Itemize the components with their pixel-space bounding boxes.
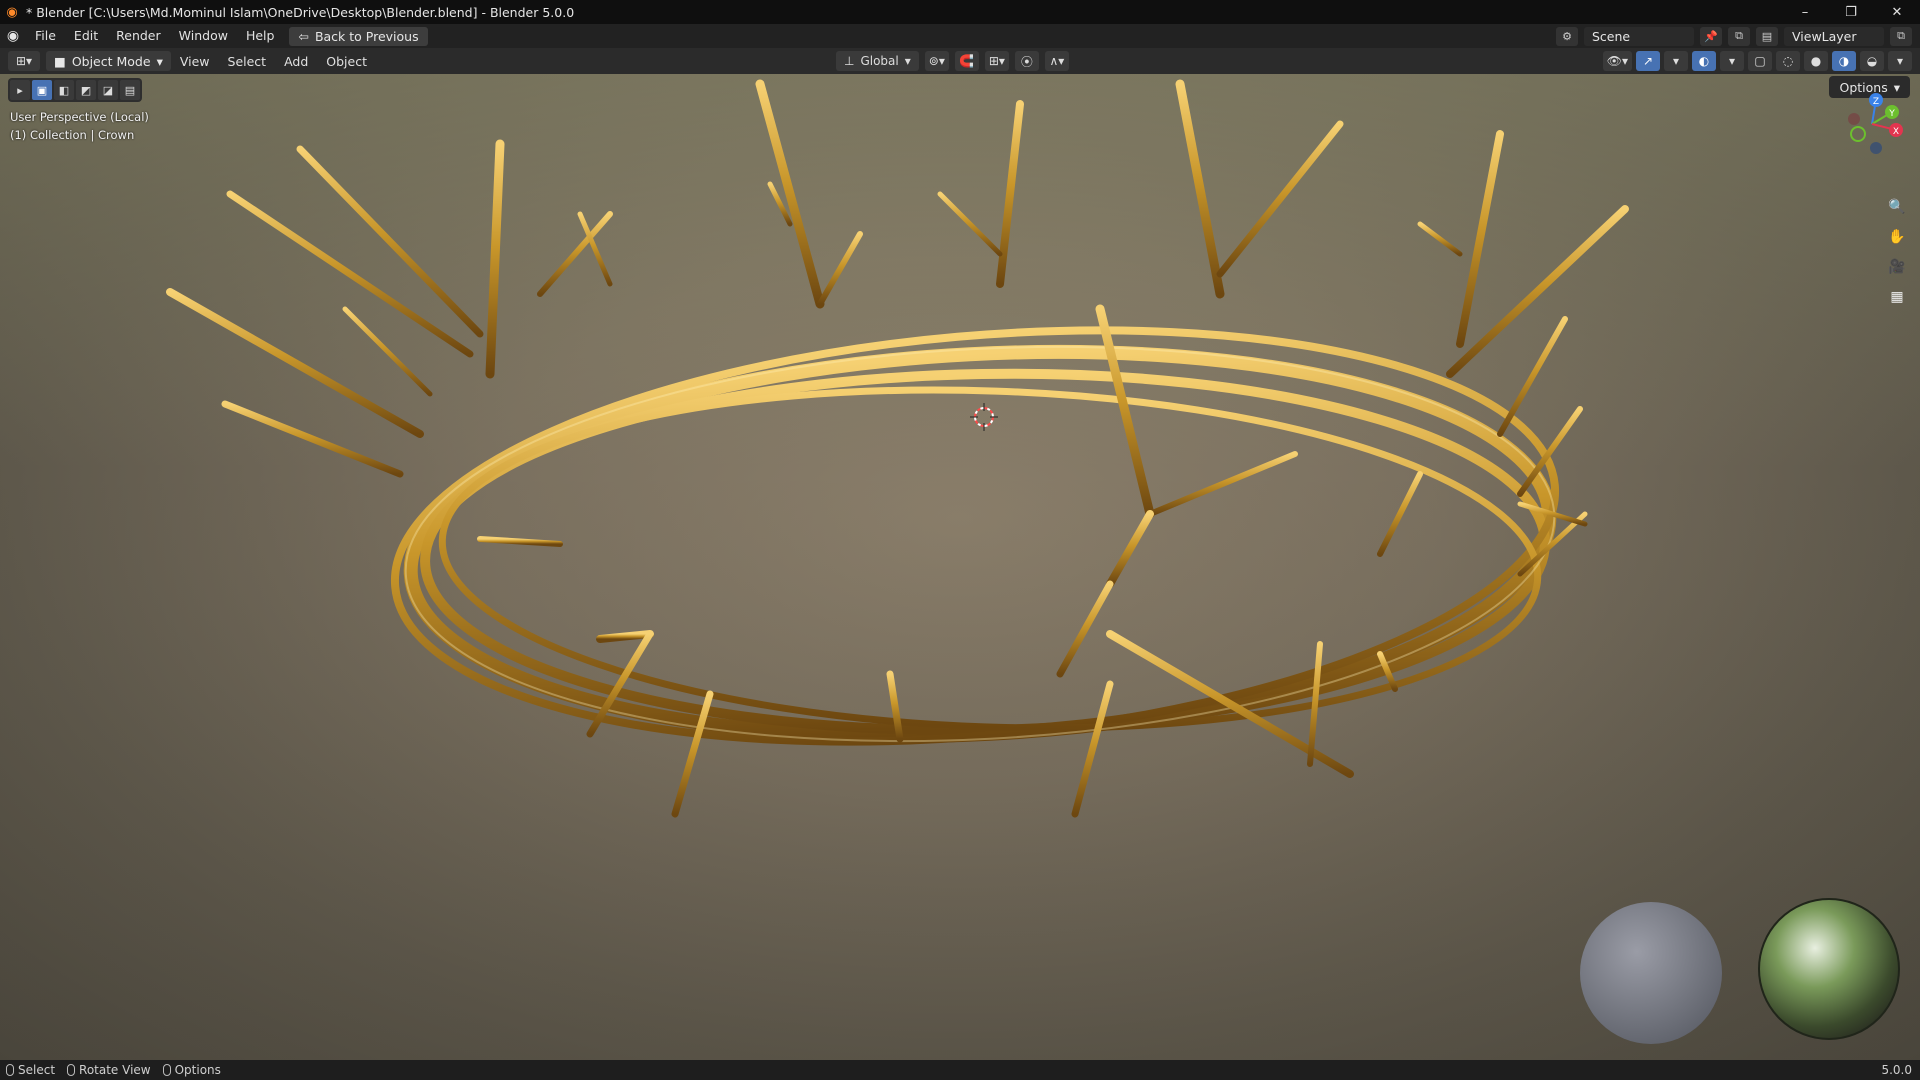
status-hint-options: Options [157, 1063, 227, 1077]
snap-target-icon[interactable]: ⊞▾ [984, 51, 1009, 71]
status-rotate-label: Rotate View [79, 1063, 151, 1077]
menu-file[interactable]: File [26, 24, 65, 48]
crown-thorns [166, 79, 1629, 818]
scene-name: Scene [1592, 28, 1631, 44]
3d-viewport[interactable]: ▸ ▣ ◧ ◩ ◪ ▤ User Perspective (Local) (1)… [0, 74, 1920, 1060]
menu-window[interactable]: Window [170, 24, 237, 48]
viewlayer-selector-icon[interactable]: ▤ [1756, 26, 1778, 46]
xray-toggle-icon[interactable]: ▢ [1748, 51, 1772, 71]
status-options-label: Options [174, 1063, 221, 1077]
maximize-button[interactable]: ❐ [1828, 0, 1874, 24]
matcap-sphere-preview [1580, 902, 1722, 1044]
gizmo-dropdown-icon[interactable]: ▾ [1664, 51, 1688, 71]
gizmo-toggle-icon[interactable]: ↗ [1636, 51, 1660, 71]
collection-label: (1) Collection | Crown [10, 128, 135, 142]
object-mode-icon: ■ [54, 53, 66, 69]
viewlayer-name-field[interactable]: ViewLayer [1784, 26, 1884, 46]
rendered-shading-icon[interactable]: ◒ [1860, 51, 1884, 71]
window-controls: – ❐ ✕ [1782, 0, 1920, 24]
gizmo-z-label: Z [1873, 97, 1879, 107]
select-box-invert-icon[interactable]: ◪ [98, 80, 118, 100]
crown-vines [390, 326, 1560, 746]
hdri-sphere-preview [1758, 898, 1900, 1040]
ortho-toggle-icon[interactable]: ▦ [1884, 284, 1910, 310]
transform-orientation-dropdown[interactable]: ⊥ Global ▾ [836, 51, 919, 71]
select-box-new-icon[interactable]: ▣ [32, 80, 52, 100]
back-to-previous-button[interactable]: ⇦ Back to Previous [289, 26, 428, 46]
perspective-label: User Perspective (Local) [10, 110, 149, 124]
status-select-label: Select [18, 1063, 56, 1077]
menu-render[interactable]: Render [107, 24, 170, 48]
window-title: * Blender [C:\Users\Md.Mominul Islam\One… [26, 4, 575, 20]
select-mode-toolbar: ▸ ▣ ◧ ◩ ◪ ▤ [8, 78, 142, 102]
scene-pin-icon[interactable]: 📌 [1700, 26, 1722, 46]
pan-hand-icon[interactable]: ✋ [1884, 224, 1910, 250]
pivot-point-icon[interactable]: ⊚▾ [924, 51, 949, 71]
solid-shading-icon[interactable]: ● [1804, 51, 1828, 71]
viewlayer-new-icon[interactable]: ⧉ [1890, 26, 1912, 46]
proportional-edit-icon[interactable]: ⦿ [1014, 51, 1039, 71]
window-title-bar: ◉ * Blender [C:\Users\Md.Mominul Islam\O… [0, 0, 1920, 24]
select-box-subtract-icon[interactable]: ◩ [76, 80, 96, 100]
viewport-display-tools: 👁▾ ↗ ▾ ◐ ▾ ▢ ◌ ● ◑ ◒ ▾ [1602, 51, 1912, 71]
status-hint-rotate: Rotate View [61, 1063, 157, 1077]
status-hint-select: Select [0, 1063, 61, 1077]
scene-name-field[interactable]: Scene [1584, 26, 1694, 46]
select-box-extend-icon[interactable]: ◧ [54, 80, 74, 100]
zoom-icon[interactable]: 🔍 [1884, 194, 1910, 220]
orientation-icon: ⊥ [844, 54, 855, 68]
top-menu-bar: ◉ File Edit Render Window Help ⇦ Back to… [0, 24, 1920, 48]
shading-dropdown-icon[interactable]: ▾ [1888, 51, 1912, 71]
overlay-toggle-icon[interactable]: ◐ [1692, 51, 1716, 71]
transform-tools: ⊥ Global ▾ ⊚▾ 🧲 ⊞▾ ⦿ ∧▾ [836, 51, 1069, 71]
wireframe-shading-icon[interactable]: ◌ [1776, 51, 1800, 71]
chevron-down-icon: ▾ [156, 53, 163, 69]
menu-object[interactable]: Object [317, 54, 376, 69]
viewport-header: ⊞▾ ■ Object Mode ▾ View Select Add Objec… [0, 48, 1920, 74]
editor-type-selector[interactable]: ⊞▾ [8, 51, 40, 71]
menu-add[interactable]: Add [275, 54, 317, 69]
back-to-previous-label: Back to Previous [314, 28, 419, 44]
back-arrow-icon: ⇦ [298, 28, 309, 44]
chevron-down-icon: ▾ [904, 54, 911, 68]
minimize-button[interactable]: – [1782, 0, 1828, 24]
gizmo-y-label: Y [1888, 109, 1895, 119]
material-shading-icon[interactable]: ◑ [1832, 51, 1856, 71]
mouse-right-icon [162, 1064, 171, 1076]
mouse-middle-icon [67, 1064, 76, 1076]
menu-view[interactable]: View [171, 54, 219, 69]
blender-menu-icon[interactable]: ◉ [0, 24, 26, 48]
blender-logo-icon: ◉ [6, 4, 18, 20]
close-button[interactable]: ✕ [1874, 0, 1920, 24]
menu-select[interactable]: Select [219, 54, 276, 69]
overlay-dropdown-icon[interactable]: ▾ [1720, 51, 1744, 71]
orientation-label: Global [860, 54, 899, 68]
scene-selector-icon[interactable]: ⚙ [1556, 26, 1578, 46]
falloff-icon[interactable]: ∧▾ [1044, 51, 1069, 71]
viewlayer-name: ViewLayer [1792, 28, 1857, 44]
navigation-gizmo[interactable]: Z Y X [1840, 90, 1904, 156]
3d-cursor-icon [970, 403, 998, 431]
object-mode-label: Object Mode [71, 53, 151, 69]
snap-icon[interactable]: 🧲 [954, 51, 979, 71]
mouse-left-icon [6, 1064, 14, 1076]
object-mode-dropdown[interactable]: ■ Object Mode ▾ [46, 51, 171, 71]
menu-edit[interactable]: Edit [65, 24, 107, 48]
select-tool-icon[interactable]: ▸ [10, 80, 30, 100]
scene-new-icon[interactable]: ⧉ [1728, 26, 1750, 46]
select-box-intersect-icon[interactable]: ▤ [120, 80, 140, 100]
camera-view-icon[interactable]: 🎥 [1884, 254, 1910, 280]
version-label: 5.0.0 [1881, 1063, 1912, 1077]
visibility-icon[interactable]: 👁▾ [1602, 51, 1632, 71]
status-bar: Select Rotate View Options 5.0.0 [0, 1060, 1920, 1080]
menu-help[interactable]: Help [237, 24, 284, 48]
gizmo-x-label: X [1893, 127, 1899, 137]
viewport-info-overlay: User Perspective (Local) (1) Collection … [10, 108, 149, 144]
